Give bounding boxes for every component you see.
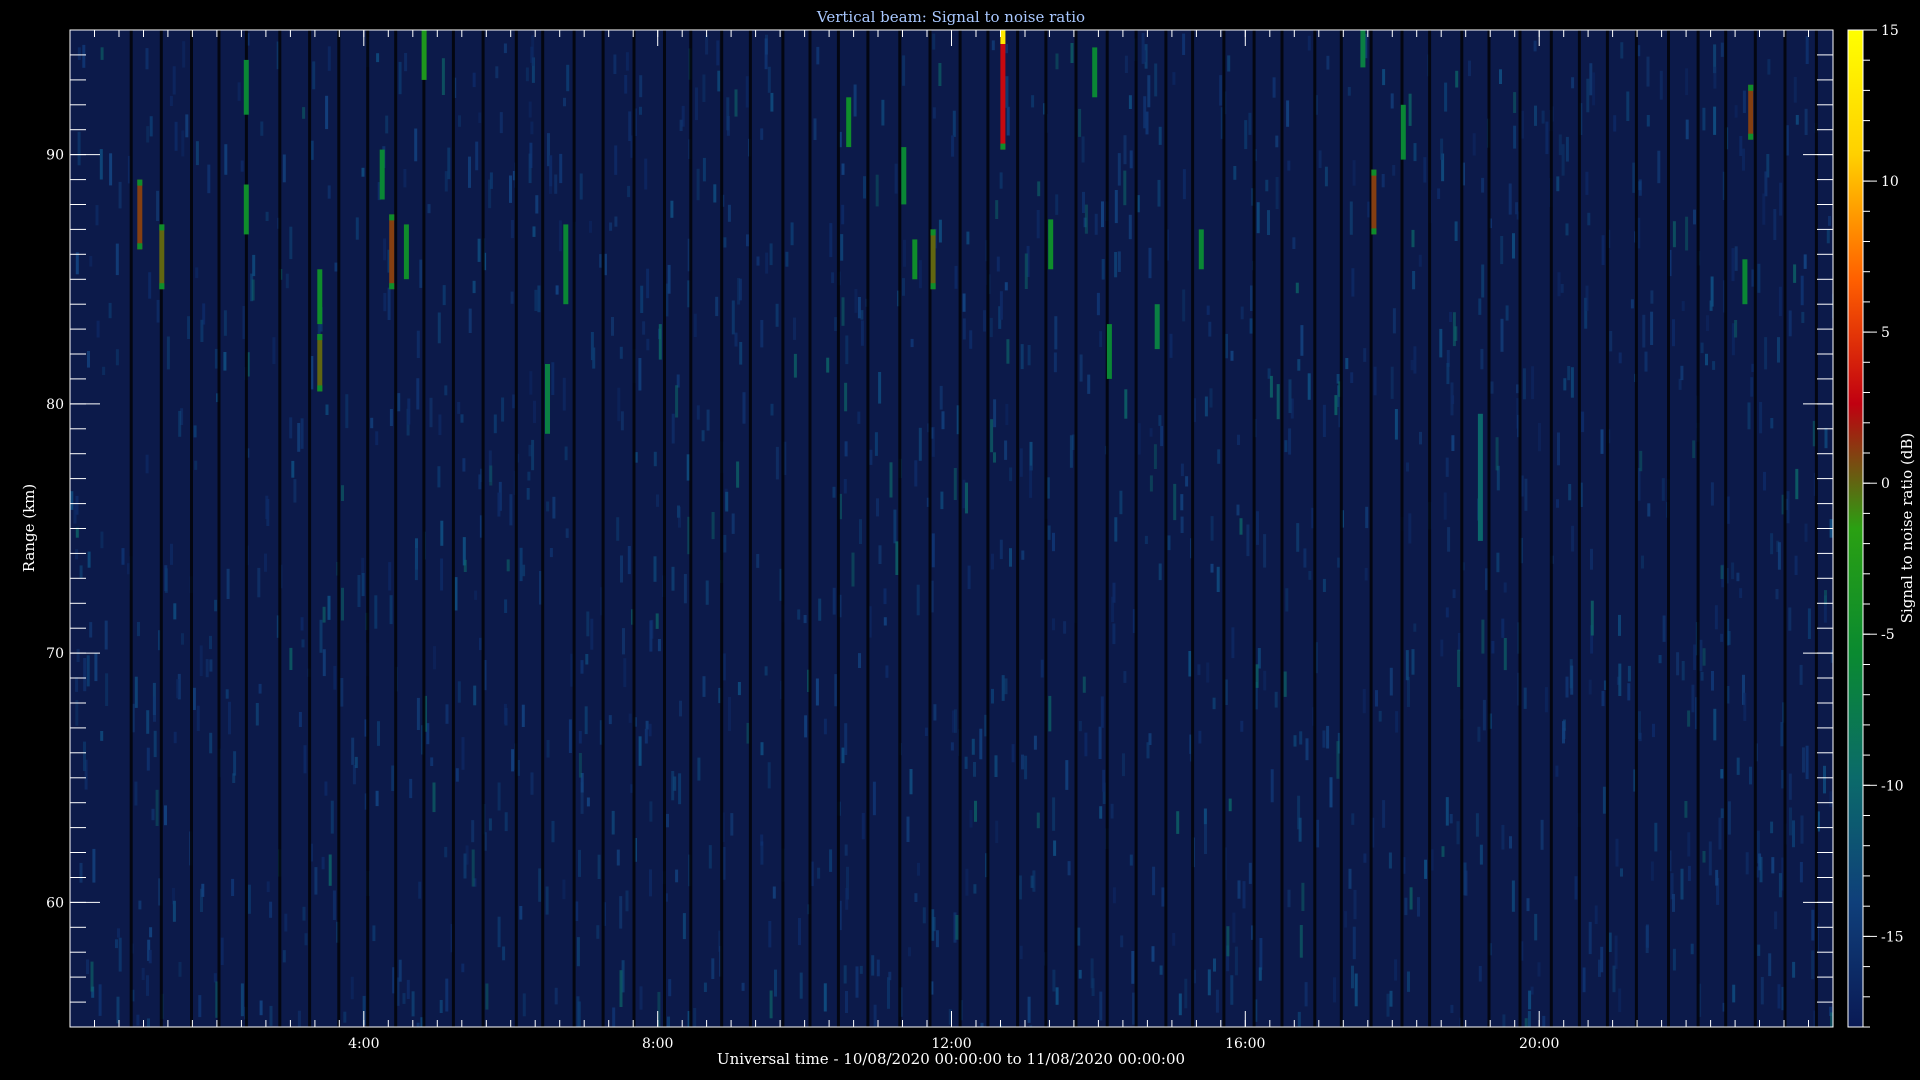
echo-mark [317, 334, 323, 392]
echo-mark [563, 224, 569, 305]
snr-heatmap-chart: Vertical beam: Signal to noise ratio 4:0… [0, 0, 1920, 1080]
echo-mark [1092, 47, 1098, 98]
echo-mark [1198, 229, 1204, 270]
colorbar-tick-label: 15 [1881, 23, 1899, 39]
y-tick-label: 70 [46, 646, 64, 662]
echo-mark [1106, 324, 1112, 379]
echo-mark [912, 239, 918, 280]
y-axis-title: Range (km) [20, 484, 38, 573]
x-axis-title: Universal time - 10/08/2020 00:00:00 to … [717, 1050, 1185, 1068]
echo-mark [159, 224, 165, 290]
y-tick-label: 80 [46, 397, 64, 413]
x-tick-label: 8:00 [642, 1036, 673, 1052]
plot-background [70, 30, 1833, 1027]
colorbar-tick-label: -10 [1881, 778, 1904, 794]
echo-mark [421, 30, 427, 80]
chart-title: Vertical beam: Signal to noise ratio [816, 8, 1085, 26]
echo-mark [1748, 84, 1754, 140]
colorbar-gradient [1847, 29, 1864, 1028]
y-tick-label: 60 [46, 895, 64, 911]
x-tick-label: 16:00 [1225, 1036, 1265, 1052]
colorbar-tick-label: 5 [1881, 325, 1890, 341]
echo-mark [1477, 413, 1483, 541]
colorbar-tick-label: -15 [1881, 929, 1904, 945]
echo-mark [1000, 30, 1006, 150]
echo-mark [1371, 169, 1377, 235]
colorbar-title: Signal to noise ratio (dB) [1898, 433, 1916, 624]
colorbar-tick-label: 0 [1881, 476, 1890, 492]
echo-mark [1400, 104, 1406, 160]
echo-mark [1048, 219, 1054, 270]
echo-mark [137, 179, 143, 250]
plot-area [70, 30, 1833, 1027]
echo-mark [545, 364, 550, 434]
x-tick-label: 4:00 [348, 1036, 379, 1052]
echo-mark [243, 59, 249, 115]
echo-mark [317, 269, 323, 325]
colorbar-tick-label: 10 [1881, 174, 1899, 190]
echo-mark [243, 184, 249, 235]
echo-mark [901, 147, 907, 205]
echo-mark [930, 229, 936, 290]
x-tick-label: 20:00 [1519, 1036, 1559, 1052]
echo-mark [389, 214, 395, 290]
echo-mark [379, 149, 385, 200]
y-tick-label: 90 [46, 148, 64, 164]
colorbar-tick-label: -5 [1881, 627, 1895, 643]
echo-mark [846, 97, 852, 148]
echo-mark [1742, 259, 1748, 305]
echo-mark [1360, 30, 1366, 68]
echo-mark [403, 224, 409, 280]
echo-mark [1154, 304, 1160, 350]
